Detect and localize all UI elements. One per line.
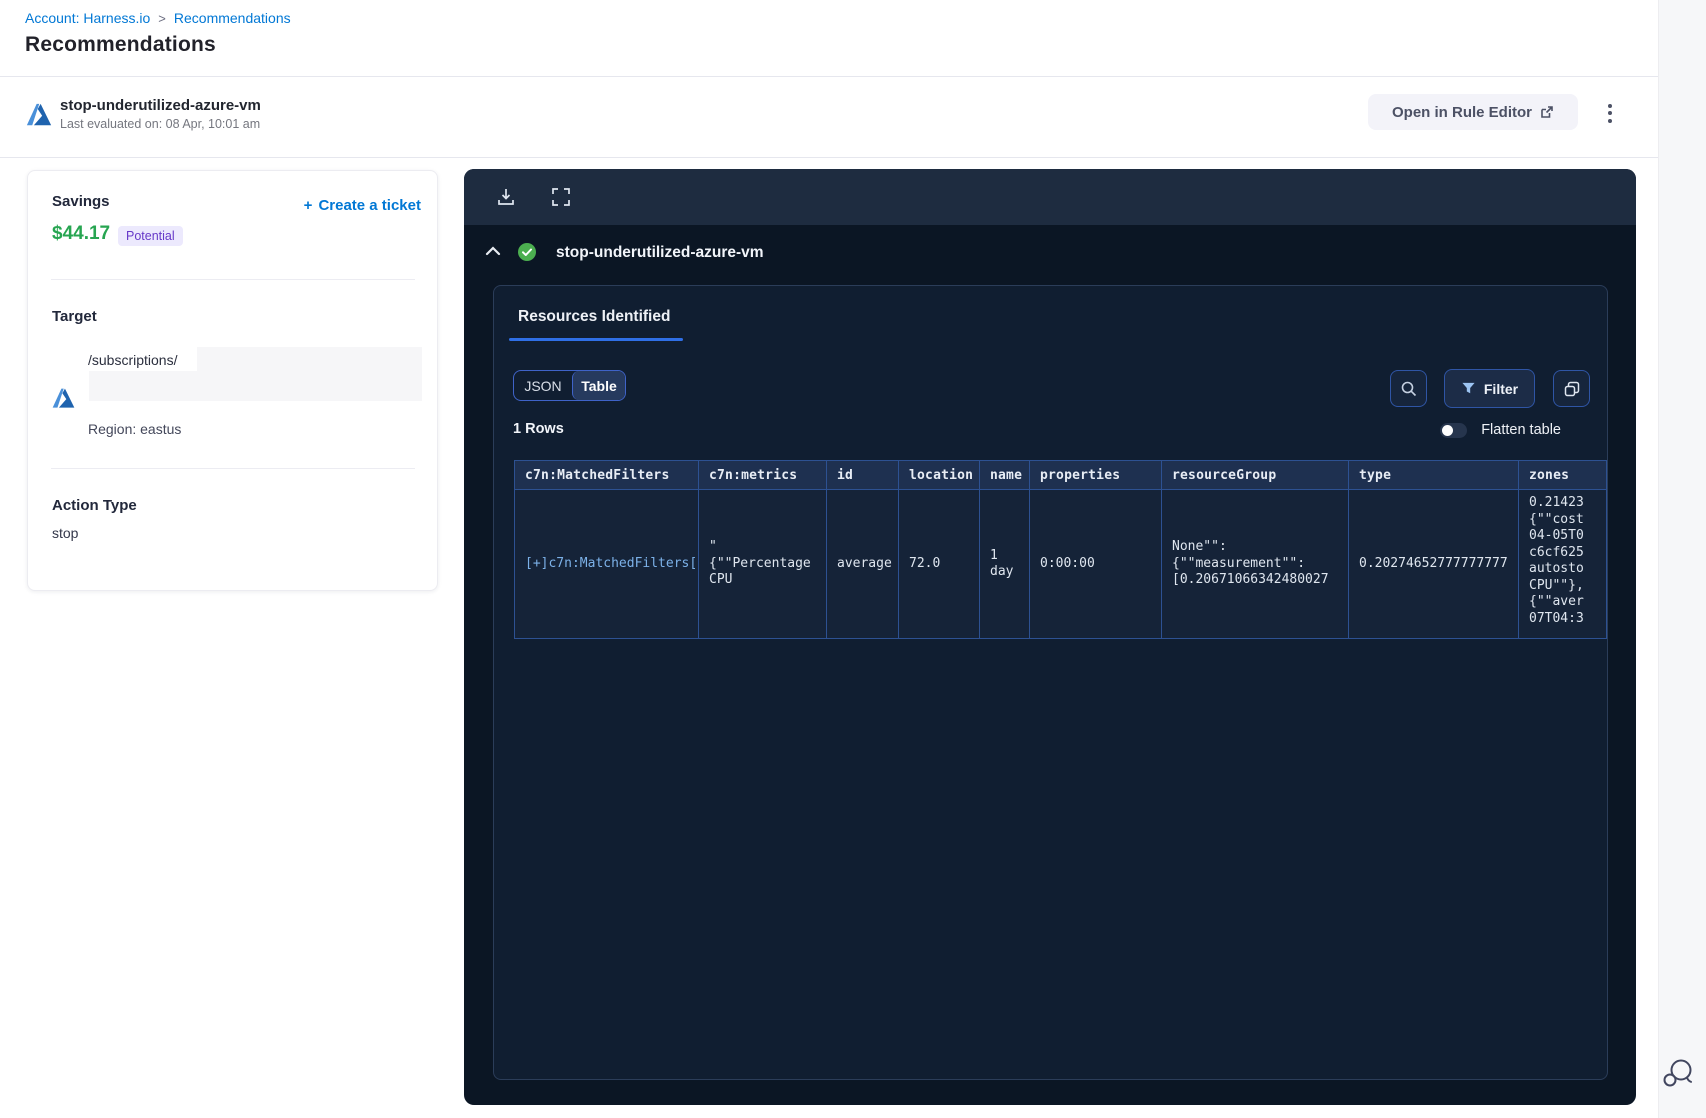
savings-label: Savings <box>52 193 110 210</box>
divider <box>0 76 1658 77</box>
more-options-menu-icon[interactable] <box>1597 100 1623 126</box>
collapse-chevron-icon[interactable] <box>485 245 501 257</box>
column-header[interactable]: name <box>980 461 1030 489</box>
tab-active-underline <box>509 338 683 341</box>
potential-badge: Potential <box>118 226 183 246</box>
flatten-table-label: Flatten table <box>1481 422 1561 438</box>
panel-rule-title: stop-underutilized-azure-vm <box>556 244 764 261</box>
column-header[interactable]: location <box>899 461 980 489</box>
divider <box>0 157 1658 158</box>
azure-icon <box>52 388 75 408</box>
target-region: Region: eastus <box>88 421 182 437</box>
column-header[interactable]: resourceGroup <box>1162 461 1349 489</box>
divider <box>51 468 415 469</box>
column-header[interactable]: type <box>1349 461 1519 489</box>
success-check-icon <box>518 243 536 261</box>
open-in-rule-editor-label: Open in Rule Editor <box>1391 103 1532 121</box>
panel-toolbar <box>464 169 1636 225</box>
last-evaluated-text: Last evaluated on: 08 Apr, 10:01 am <box>60 117 261 131</box>
column-header[interactable]: properties <box>1030 461 1162 489</box>
table-header-row: c7n:MatchedFilters c7n:metrics id locati… <box>515 461 1606 489</box>
cell-resource-group: None"": {""measurement"": [0.20671066342… <box>1162 489 1349 638</box>
target-path: /subscriptions/ <box>88 352 178 368</box>
breadcrumb-account-link[interactable]: Account: Harness.io <box>25 10 150 26</box>
divider <box>51 279 415 280</box>
tab-resources-identified[interactable]: Resources Identified <box>518 308 670 326</box>
table-row: [+]c7n:MatchedFilters[] " {""Percentage … <box>515 489 1606 638</box>
create-ticket-label: Create a ticket <box>318 197 421 214</box>
plus-icon: + <box>303 197 313 214</box>
resources-table: c7n:MatchedFilters c7n:metrics id locati… <box>514 460 1607 639</box>
external-link-icon <box>1541 106 1553 118</box>
view-toggle-json[interactable]: JSON <box>514 371 572 400</box>
resources-card: Resources Identified JSON Table Filter 1… <box>493 285 1608 1080</box>
redacted-target-path <box>197 347 422 371</box>
breadcrumb: Account: Harness.io > Recommendations <box>25 10 291 26</box>
azure-logo-icon <box>26 103 52 126</box>
download-icon[interactable] <box>495 186 517 208</box>
page: Account: Harness.io > Recommendations Re… <box>0 0 1706 1118</box>
filter-funnel-icon <box>1462 382 1475 394</box>
filter-button[interactable]: Filter <box>1444 369 1535 408</box>
cell-type: 0.20274652777777777 <box>1349 489 1519 638</box>
flatten-table-toggle[interactable] <box>1440 422 1468 438</box>
recommendation-name: stop-underutilized-azure-vm <box>60 97 261 114</box>
cell-name: 1 day <box>980 489 1030 638</box>
page-title: Recommendations <box>25 33 216 56</box>
target-label: Target <box>52 308 97 325</box>
column-header[interactable]: c7n:metrics <box>699 461 827 489</box>
window-edge-strip <box>1658 0 1706 1118</box>
cell-id: average <box>827 489 899 638</box>
filter-label: Filter <box>1483 380 1519 397</box>
redacted-target-path <box>89 371 422 401</box>
chevron-right-icon: > <box>158 10 166 26</box>
column-header[interactable]: id <box>827 461 899 489</box>
open-in-rule-editor-button[interactable]: Open in Rule Editor <box>1368 94 1578 130</box>
recommendation-summary-card: Savings + Create a ticket $44.17 Potenti… <box>27 170 438 591</box>
view-toggle-table[interactable]: Table <box>572 371 625 400</box>
column-header[interactable]: c7n:MatchedFilters <box>515 461 699 489</box>
chat-help-icon[interactable] <box>1660 1056 1696 1092</box>
action-type-value: stop <box>52 525 79 541</box>
fullscreen-icon[interactable] <box>550 186 572 208</box>
breadcrumb-recommendations-link[interactable]: Recommendations <box>174 10 291 26</box>
cell-metrics: " {""Percentage CPU <box>699 489 827 638</box>
rows-count: 1 Rows <box>513 421 564 437</box>
cell-location: 72.0 <box>899 489 980 638</box>
action-type-label: Action Type <box>52 497 137 514</box>
copy-button[interactable] <box>1553 370 1590 407</box>
savings-amount: $44.17 <box>52 223 111 244</box>
cell-zones: 0.21423 {""cost 04-05T0 c6cf625 autosto … <box>1519 489 1606 638</box>
flatten-table-control: Flatten table <box>1440 422 1561 438</box>
column-header[interactable]: zones <box>1519 461 1606 489</box>
search-button[interactable] <box>1390 370 1427 407</box>
copy-icon <box>1564 381 1579 396</box>
evaluation-panel: stop-underutilized-azure-vm Resources Id… <box>464 169 1636 1105</box>
create-ticket-button[interactable]: + Create a ticket <box>304 197 421 214</box>
cell-properties: 0:00:00 <box>1030 489 1162 638</box>
matched-filters-expand-link[interactable]: [+]c7n:MatchedFilters[] <box>525 556 705 573</box>
view-toggle: JSON Table <box>513 370 626 401</box>
search-icon <box>1401 381 1416 396</box>
